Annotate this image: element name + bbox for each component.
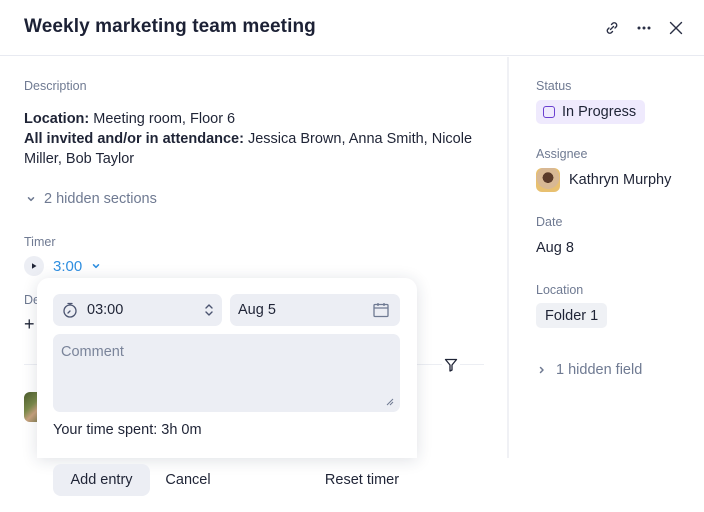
- hidden-sections-label: 2 hidden sections: [44, 191, 157, 207]
- description-text[interactable]: Location: Meeting room, Floor 6 All invi…: [24, 109, 494, 169]
- close-icon[interactable]: [665, 17, 687, 39]
- status-label: Status: [536, 79, 572, 93]
- more-icon[interactable]: [633, 17, 655, 39]
- assignee-name: Kathryn Murphy: [569, 172, 672, 188]
- header: Weekly marketing team meeting: [0, 0, 704, 56]
- sidebar: Status In Progress Assignee Kathryn Murp…: [509, 57, 704, 458]
- hidden-field-toggle[interactable]: 1 hidden field: [538, 362, 642, 378]
- add-entry-button[interactable]: Add entry: [53, 464, 150, 496]
- status-value: In Progress: [562, 104, 637, 120]
- hidden-sections-toggle[interactable]: 2 hidden sections: [26, 191, 157, 207]
- assignee-label: Assignee: [536, 147, 588, 161]
- assignee-field[interactable]: Kathryn Murphy: [536, 168, 671, 192]
- description-label: Description: [24, 79, 87, 93]
- location-key: Location:: [24, 111, 90, 127]
- location-value: Meeting room, Floor 6: [89, 111, 236, 127]
- stepper-icon[interactable]: [204, 302, 214, 318]
- avatar: [536, 168, 560, 192]
- time-entry-popover: 03:00 Aug 5 Your time spent: 3h 0m: [37, 278, 417, 458]
- date-input[interactable]: Aug 5: [230, 294, 400, 326]
- chevron-down-icon: [27, 197, 35, 202]
- timer-chevron-down-icon[interactable]: [91, 261, 101, 271]
- play-icon: [32, 263, 37, 269]
- time-value: 03:00: [87, 302, 124, 318]
- time-spent: Your time spent: 3h 0m: [53, 422, 202, 438]
- add-icon[interactable]: +: [24, 314, 35, 334]
- date-value: Aug 5: [238, 302, 276, 318]
- reset-timer-button[interactable]: Reset timer: [316, 464, 408, 496]
- date-field[interactable]: Aug 8: [536, 240, 574, 256]
- time-input[interactable]: 03:00: [53, 294, 222, 326]
- date-label: Date: [536, 215, 563, 229]
- comment-input[interactable]: [53, 334, 400, 412]
- status-checkbox-icon: [543, 106, 555, 118]
- attendance-key: All invited and/or in attendance:: [24, 131, 244, 147]
- filter-icon[interactable]: [442, 356, 460, 374]
- timer-row: 3:00: [24, 256, 101, 276]
- link-icon[interactable]: [601, 17, 623, 39]
- status-badge[interactable]: In Progress: [536, 100, 646, 124]
- location-label: Location: [536, 283, 584, 297]
- calendar-icon[interactable]: [372, 301, 390, 319]
- location-badge[interactable]: Folder 1: [536, 303, 608, 328]
- stopwatch-icon: [63, 302, 77, 318]
- page-title: Weekly marketing team meeting: [24, 16, 316, 37]
- timer-value[interactable]: 3:00: [53, 258, 82, 275]
- hidden-field-label: 1 hidden field: [556, 362, 643, 378]
- timer-label: Timer: [24, 235, 56, 249]
- play-button[interactable]: [24, 256, 44, 276]
- chevron-right-icon: [539, 366, 544, 374]
- cancel-button[interactable]: Cancel: [158, 464, 218, 496]
